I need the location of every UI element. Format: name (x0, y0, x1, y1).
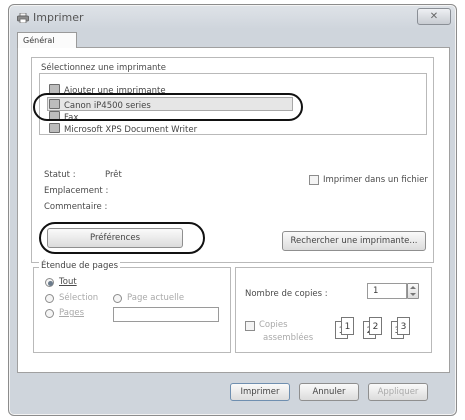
radio-all[interactable] (45, 278, 54, 287)
print-to-file-label: Imprimer dans un fichier (323, 175, 428, 185)
printer-icon (49, 123, 60, 133)
radio-current-page[interactable] (113, 294, 122, 303)
collate-page: 1 (341, 317, 354, 335)
collate-page: 2 (369, 317, 382, 335)
location-label: Emplacement : (44, 186, 109, 196)
collate-page: 3 (397, 317, 410, 335)
collate-checkbox[interactable] (245, 321, 255, 331)
highlight-oval-preferences (39, 222, 205, 254)
copies-spin-button[interactable] (407, 283, 419, 299)
comment-label: Commentaire : (44, 202, 108, 212)
radio-pages-label: Pages (59, 308, 85, 318)
collate-label-2: assemblées (263, 333, 314, 343)
radio-selection[interactable] (45, 294, 54, 303)
find-printer-button[interactable]: Rechercher une imprimante... (282, 231, 426, 251)
printer-item-xps[interactable]: Microsoft XPS Document Writer (49, 123, 197, 135)
pages-input[interactable] (113, 307, 219, 322)
collate-illustration-icon: 1 1 2 2 3 3 (335, 317, 425, 347)
status-value: Prêt (105, 170, 122, 180)
status-label: Statut : (44, 170, 76, 180)
radio-current-page-label: Page actuelle (127, 293, 185, 303)
print-dialog-window: Imprimer ✕ Général Sélectionnez une impr… (8, 4, 457, 416)
printer-icon (17, 12, 29, 24)
select-printer-label: Sélectionnez une imprimante (41, 63, 166, 73)
page-range-legend: Étendue de pages (39, 261, 121, 271)
radio-pages[interactable] (45, 309, 54, 318)
copies-count-input[interactable]: 1 (367, 283, 407, 299)
copies-count-label: Nombre de copies : (245, 289, 328, 299)
print-button[interactable]: Imprimer (230, 383, 290, 401)
collate-label-1: Copies (259, 320, 288, 330)
tab-general[interactable]: Général (17, 32, 77, 48)
close-button[interactable]: ✕ (417, 8, 451, 25)
radio-selection-label: Sélection (59, 293, 99, 303)
spin-arrows-icon (410, 286, 416, 296)
cancel-button[interactable]: Annuler (299, 383, 359, 401)
radio-all-label: Tout (59, 277, 77, 287)
print-to-file-checkbox[interactable] (309, 175, 319, 185)
highlight-oval-printer (33, 93, 303, 121)
close-icon: ✕ (429, 11, 439, 22)
title-bar[interactable]: Imprimer ✕ (9, 5, 456, 31)
apply-button[interactable]: Appliquer (368, 383, 428, 401)
window-title: Imprimer (33, 11, 84, 24)
